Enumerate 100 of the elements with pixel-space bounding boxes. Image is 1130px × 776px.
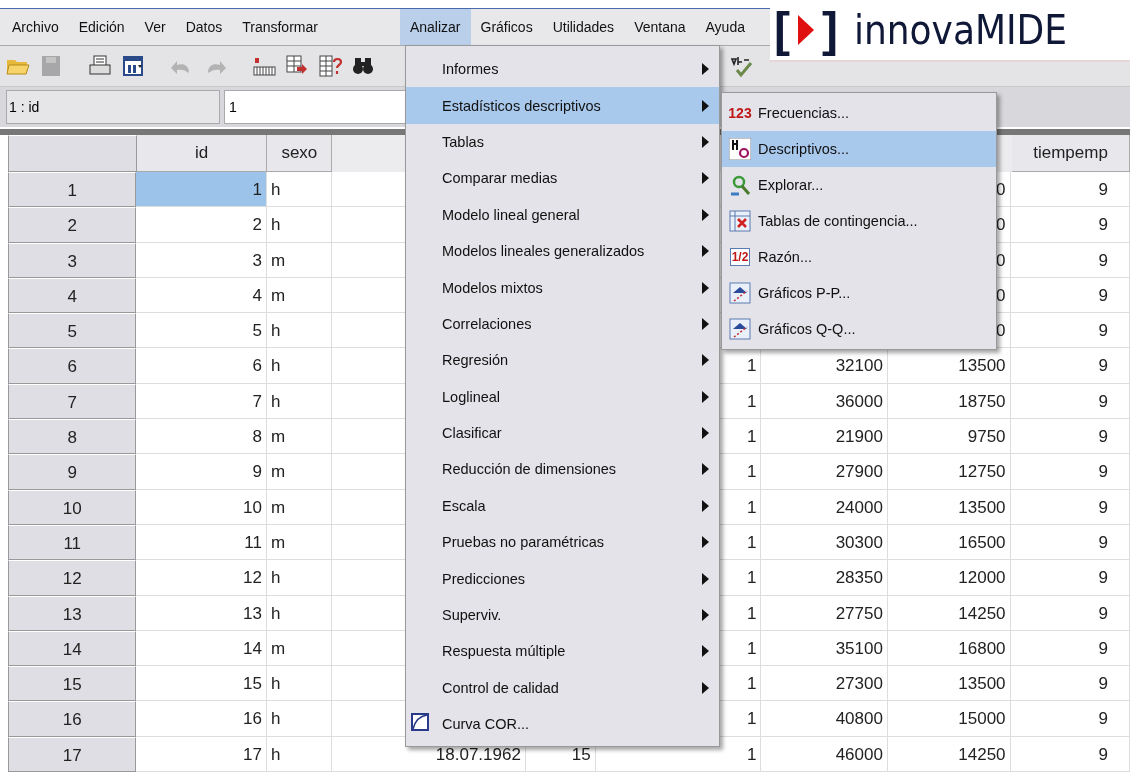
table-cell: 9: [136, 454, 267, 490]
table-cell: 30300: [761, 524, 888, 561]
column-header[interactable]: sexo: [267, 135, 333, 172]
menu-item[interactable]: Modelo lineal general: [406, 196, 719, 233]
table-cell: 9: [1010, 489, 1130, 525]
table-cell: 9: [1010, 348, 1130, 384]
table-cell: h: [266, 383, 332, 420]
number-icon: 1/2: [729, 248, 751, 266]
menu-item[interactable]: 123 Frecuencias...: [722, 95, 996, 131]
table-cell: 9: [1010, 701, 1130, 737]
table-cell: 3: [136, 242, 267, 278]
table-cell: 9: [1010, 595, 1130, 631]
table-cell: 9: [1010, 736, 1130, 773]
row-header[interactable]: 16: [8, 701, 137, 737]
menu-item[interactable]: Modelos mixtos: [406, 269, 719, 306]
table-cell: h: [266, 666, 332, 702]
row-header[interactable]: 6: [8, 348, 137, 384]
table-cell: m: [266, 454, 332, 490]
table-cell: 36000: [761, 383, 888, 420]
table-cell: 16500: [887, 524, 1011, 561]
table-cell: h: [266, 313, 332, 349]
menu-item[interactable]: Correlaciones: [406, 305, 719, 343]
table-cell: 14250: [887, 595, 1011, 631]
row-header[interactable]: 5: [8, 313, 137, 349]
table-cell: 13500: [887, 489, 1011, 525]
logo-text: innovaMIDE: [853, 7, 1068, 53]
menu-item[interactable]: Analizar: [399, 9, 471, 45]
table-cell: 6: [136, 348, 267, 384]
table-cell: 9: [1010, 666, 1130, 702]
table-cell: h: [266, 348, 332, 384]
table-cell: 12750: [887, 454, 1011, 490]
table-cell: 9: [1010, 419, 1130, 455]
menu-item[interactable]: Estadísticos descriptivos: [406, 87, 719, 124]
menu-item[interactable]: Gráficos: [470, 9, 543, 45]
menu-item[interactable]: Archivo: [2, 9, 69, 45]
logo-bracket: ]: [822, 6, 838, 54]
table-cell: 10: [136, 489, 267, 525]
row-header[interactable]: 10: [8, 489, 137, 525]
menu-item[interactable]: Informes: [406, 51, 719, 88]
table-cell: 16800: [887, 630, 1011, 667]
table-cell: 15: [136, 666, 267, 702]
table-cell: 12: [136, 560, 267, 596]
table-cell: h: [266, 701, 332, 737]
table-cell: 40800: [761, 701, 888, 737]
table-cell: m: [266, 277, 332, 314]
table-cell: 28350: [761, 560, 888, 596]
menu-item[interactable]: Ventana: [624, 9, 696, 45]
row-header[interactable]: 3: [8, 242, 137, 278]
row-header[interactable]: 13: [8, 595, 137, 631]
menu-item[interactable]: Modelos lineales generalizados: [406, 232, 719, 270]
row-header[interactable]: 15: [8, 666, 137, 702]
row-header[interactable]: 9: [8, 454, 137, 490]
table-cell: h: [266, 560, 332, 596]
table-cell: 9: [1010, 454, 1130, 490]
menu-item[interactable]: Datos: [175, 9, 233, 45]
table-cell: 35100: [761, 630, 888, 667]
table-cell: 7: [136, 383, 267, 420]
table-cell: m: [266, 630, 332, 667]
row-header[interactable]: 7: [8, 383, 137, 420]
row-header[interactable]: 1: [8, 172, 137, 208]
table-cell: 12000: [887, 560, 1011, 596]
table-cell: 8: [136, 419, 267, 455]
column-header[interactable]: tiempemp: [1012, 135, 1130, 172]
table-cell: 13500: [887, 666, 1011, 702]
table-cell: m: [266, 524, 332, 561]
table-cell: h: [266, 736, 332, 773]
table-cell: 2: [136, 207, 267, 243]
menu-item[interactable]: Utilidades: [542, 9, 625, 45]
table-cell: h: [266, 595, 332, 631]
menu-item[interactable]: Tablas: [406, 123, 719, 161]
cell-reference-field[interactable]: 1 : id: [6, 90, 220, 124]
menu-item[interactable]: Ver: [134, 9, 176, 45]
table-cell: m: [266, 242, 332, 278]
table-cell: 9: [1010, 630, 1130, 667]
row-header[interactable]: 12: [8, 560, 137, 596]
row-header[interactable]: 14: [8, 630, 137, 667]
table-cell: 13: [136, 595, 267, 631]
table-cell: m: [266, 419, 332, 455]
row-header[interactable]: 8: [8, 419, 137, 455]
row-header[interactable]: 11: [8, 524, 137, 561]
row-header[interactable]: 17: [8, 736, 137, 773]
table-cell: 9: [1010, 383, 1130, 420]
row-header[interactable]: 4: [8, 277, 137, 314]
table-cell: 9: [1010, 207, 1130, 243]
table-cell: 9: [1010, 524, 1130, 561]
table-cell: 24000: [761, 489, 888, 525]
menu-item[interactable]: Edición: [68, 9, 135, 45]
row-header[interactable]: 2: [8, 207, 137, 243]
column-header[interactable]: id: [136, 135, 268, 172]
table-cell: 9: [1010, 313, 1130, 349]
table-cell: h: [266, 207, 332, 243]
table-cell: 16: [136, 701, 267, 737]
table-cell: 5: [136, 313, 267, 349]
table-cell: 11: [136, 524, 267, 561]
table-cell: 9: [1010, 560, 1130, 596]
menu-item[interactable]: Comparar medias: [406, 160, 719, 197]
menu-item[interactable]: Descriptivos...: [722, 131, 996, 167]
menu-item[interactable]: Ayuda: [695, 9, 755, 45]
table-cell: 27300: [761, 666, 888, 702]
menu-item[interactable]: Transformar: [232, 9, 328, 45]
